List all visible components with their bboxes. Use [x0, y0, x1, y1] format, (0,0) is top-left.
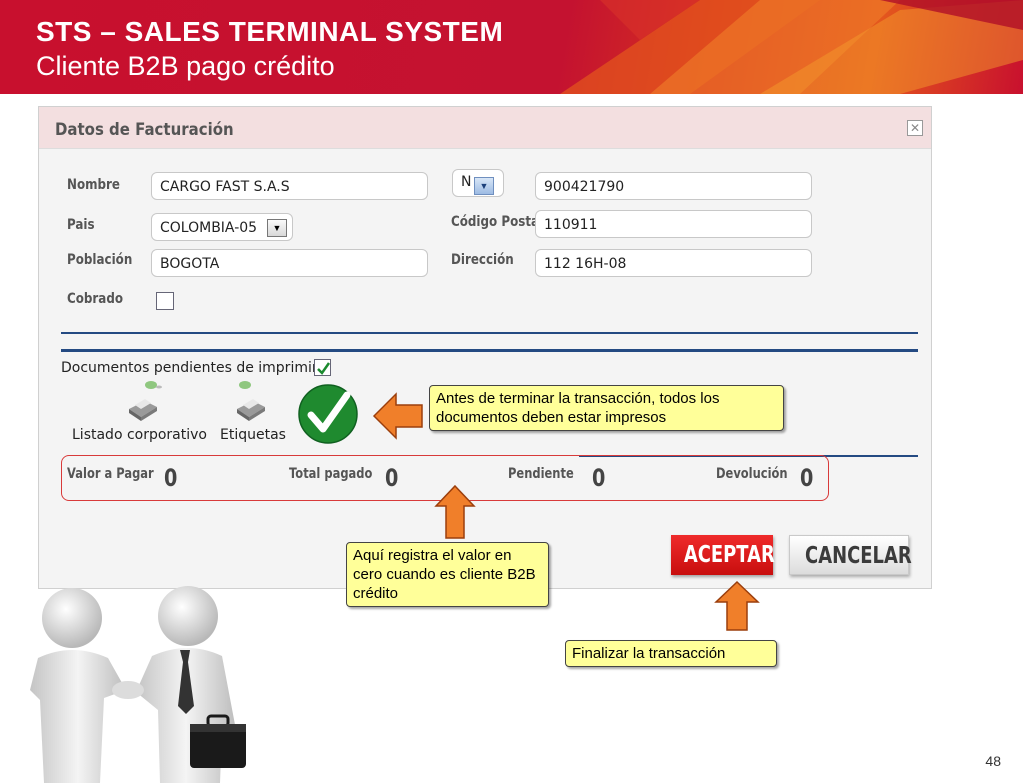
total-pagado-value: 0 — [385, 464, 399, 492]
nombre-field[interactable]: CARGO FAST S.A.S — [151, 172, 428, 200]
pendiente-label: Pendiente — [508, 466, 574, 482]
valor-pagar-label: Valor a Pagar — [67, 466, 154, 482]
codigo-postal-field[interactable]: 110911 — [535, 210, 812, 238]
cancel-button-label: CANCELAR — [805, 543, 912, 569]
dialog-title: Datos de Facturación — [55, 120, 234, 140]
callout-zero-value: Aquí registra el valor en cero cuando es… — [346, 542, 549, 607]
valor-pagar-value[interactable]: 0 — [164, 464, 177, 492]
page-title: STS – SALES TERMINAL SYSTEM — [36, 16, 504, 47]
chevron-down-icon[interactable]: ▼ — [474, 177, 494, 195]
page-subtitle: Cliente B2B pago crédito — [36, 51, 335, 81]
divider — [61, 332, 918, 334]
callout-finish-transaction: Finalizar la transacción — [565, 640, 777, 667]
poblacion-label: Población — [67, 252, 133, 268]
cobrado-label: Cobrado — [67, 291, 124, 307]
documents-label: Documentos pendientes de imprimir — [61, 360, 318, 376]
printer-label-etiquetas: Etiquetas — [220, 427, 286, 443]
divider — [61, 349, 918, 352]
dialog-header: Datos de Facturación ✕ — [39, 107, 931, 149]
close-icon[interactable]: ✕ — [907, 120, 923, 136]
accept-button[interactable]: ACEPTAR — [671, 535, 775, 575]
header-banner: STS – SALES TERMINAL SYSTEM Cliente B2B … — [0, 0, 1023, 94]
pendiente-value: 0 — [592, 464, 606, 492]
documents-checkbox[interactable] — [314, 359, 331, 376]
nit-field[interactable]: 900421790 — [535, 172, 812, 200]
direccion-field[interactable]: 112 16H-08 — [535, 249, 812, 277]
printer-icon[interactable] — [231, 379, 271, 423]
arrow-up-icon — [434, 484, 476, 539]
accept-button-label: ACEPTAR — [683, 542, 775, 568]
arrow-up-icon — [714, 580, 760, 631]
check-icon — [317, 362, 331, 375]
nombre-label: Nombre — [67, 177, 120, 193]
checkmark-circle-icon — [298, 384, 358, 444]
cobrado-checkbox[interactable] — [156, 292, 174, 310]
arrow-left-icon — [372, 392, 423, 440]
printer-label-listado: Listado corporativo — [72, 427, 207, 443]
poblacion-field[interactable]: BOGOTA — [151, 249, 428, 277]
billing-dialog: Datos de Facturación ✕ Nombre CARGO FAST… — [38, 106, 932, 589]
total-pagado-label: Total pagado — [289, 466, 373, 482]
callout-print-documents: Antes de terminar la transacción, todos … — [429, 385, 784, 431]
cancel-button[interactable]: CANCELAR — [789, 535, 912, 575]
pais-label: Pais — [67, 217, 95, 233]
direccion-label: Dirección — [451, 252, 514, 268]
page-number: 48 — [985, 753, 1001, 769]
chevron-down-icon[interactable]: ▼ — [267, 219, 287, 237]
doc-type-value: N — [461, 174, 472, 190]
devolucion-value: 0 — [800, 464, 814, 492]
printer-icon[interactable] — [123, 379, 163, 423]
handshake-figures-illustration — [30, 586, 246, 783]
codigo-postal-label: Código Postal — [451, 214, 544, 230]
devolucion-label: Devolución — [716, 466, 788, 482]
